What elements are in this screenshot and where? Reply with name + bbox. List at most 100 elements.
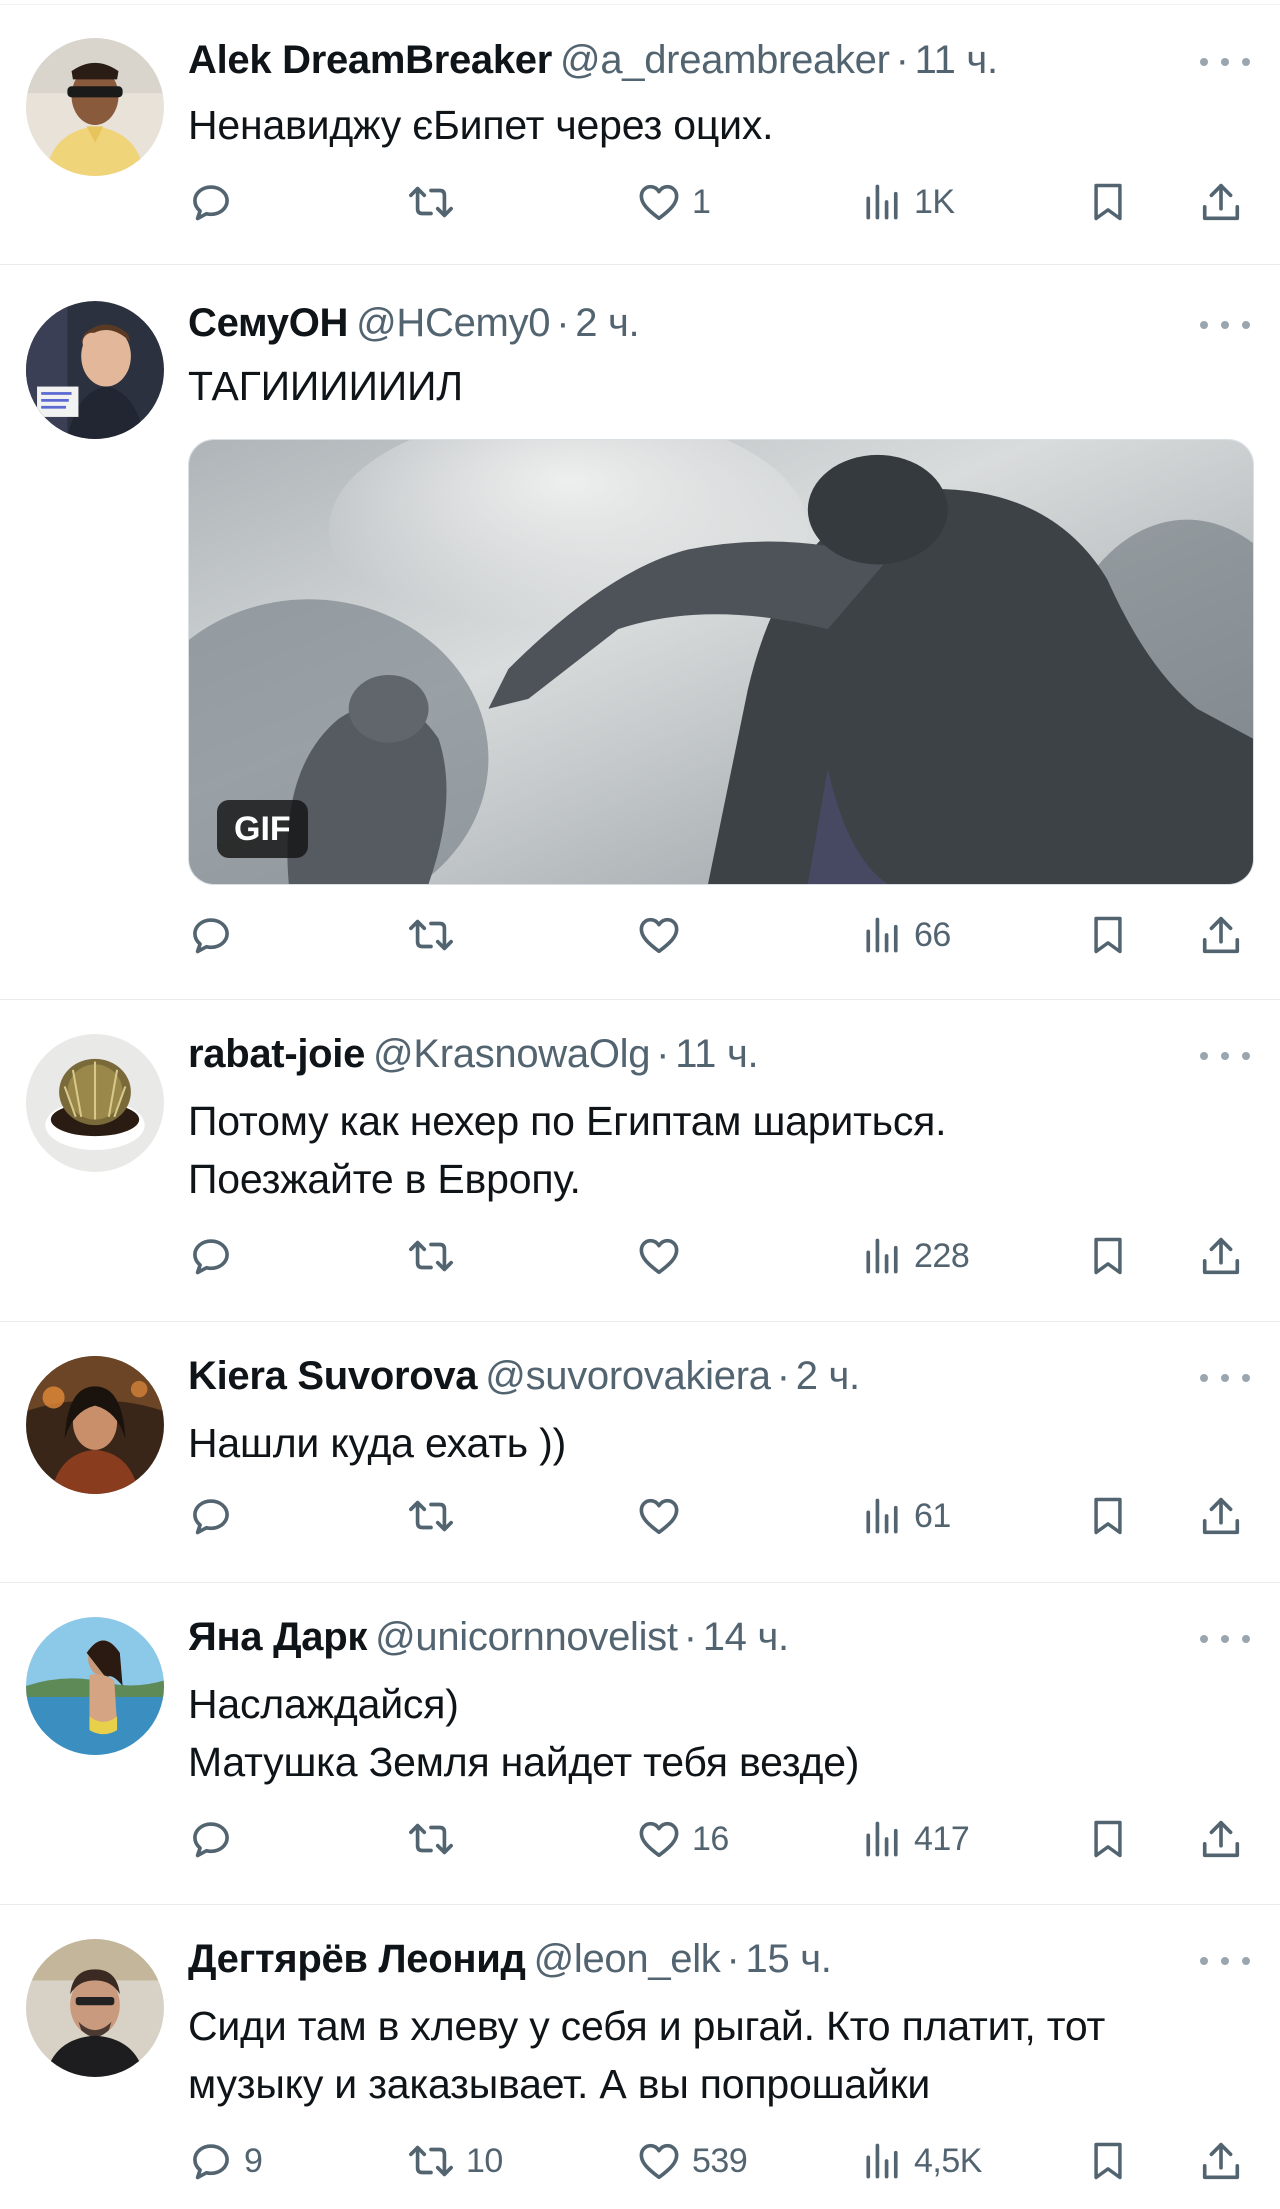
bookmark-icon [1094, 1497, 1122, 1535]
tweet-3[interactable]: rabat-joie @KrasnowaOlg · 11 ч. Потому как … [0, 1000, 1280, 1322]
separator-dot: · [683, 1615, 697, 1659]
reply-button[interactable] [188, 1809, 244, 1869]
bookmark-icon [1094, 1237, 1122, 1275]
bookmark-button[interactable] [1086, 2131, 1130, 2191]
timestamp[interactable]: 11 ч. [915, 38, 998, 82]
tweet-actions: 228 [188, 1226, 1258, 1286]
timestamp[interactable]: 11 ч. [675, 1032, 758, 1076]
like-button[interactable] [636, 905, 692, 965]
tweet-text: Нашли куда ехать )) [188, 1414, 1248, 1472]
share-button[interactable] [1198, 1226, 1244, 1286]
reply-button[interactable] [188, 1226, 244, 1286]
retweet-button[interactable] [406, 172, 466, 232]
share-button[interactable] [1198, 1809, 1244, 1869]
share-button[interactable] [1198, 905, 1244, 965]
like-count: 16 [692, 1819, 729, 1858]
author-handle[interactable]: @leon_elk [534, 1937, 721, 1981]
retweet-icon [409, 2145, 453, 2177]
like-button[interactable]: 16 [636, 1809, 729, 1869]
views-count: 66 [914, 915, 951, 954]
views-button[interactable]: 417 [860, 1809, 970, 1869]
tweet-header: Яна Дарк @unicornnovelist · 14 ч. [188, 1613, 1210, 1661]
author-handle[interactable]: @suvorovakiera [485, 1354, 771, 1398]
views-button[interactable]: 61 [860, 1486, 951, 1546]
author-name[interactable]: rabat-joie [188, 1032, 365, 1076]
like-button[interactable]: 1 [636, 172, 711, 232]
separator-dot: · [656, 1032, 670, 1076]
like-button[interactable] [636, 1226, 692, 1286]
avatar[interactable] [26, 301, 164, 439]
author-name[interactable]: Яна Дарк [188, 1615, 367, 1659]
tweet-6[interactable]: Дегтярёв Леонид @leon_elk · 15 ч. Сиди там … [0, 1905, 1280, 2209]
bookmark-button[interactable] [1086, 1486, 1130, 1546]
avatar[interactable] [26, 1939, 164, 2077]
more-icon[interactable] [1200, 1368, 1250, 1388]
like-button[interactable]: 539 [636, 2131, 748, 2191]
author-handle[interactable]: @KrasnowaOlg [373, 1032, 650, 1076]
more-icon[interactable] [1200, 52, 1250, 72]
views-icon [866, 184, 898, 220]
more-icon[interactable] [1200, 1951, 1250, 1971]
bookmark-button[interactable] [1086, 905, 1130, 965]
author-handle[interactable]: @unicornnovelist [375, 1615, 678, 1659]
views-button[interactable]: 66 [860, 905, 951, 965]
author-name[interactable]: Kiera Suvorova [188, 1354, 478, 1398]
retweet-button[interactable] [406, 1809, 466, 1869]
share-button[interactable] [1198, 172, 1244, 232]
views-button[interactable]: 4,5K [860, 2131, 982, 2191]
bookmark-button[interactable] [1086, 1226, 1130, 1286]
tweet-actions: 9 10 539 4,5K [188, 2131, 1258, 2191]
tweet-text: Ненавиджу єБипет через оцих. [188, 96, 1248, 154]
timestamp[interactable]: 14 ч. [703, 1615, 789, 1659]
avatar[interactable] [26, 38, 164, 176]
tweet-1[interactable]: Alek DreamBreaker @a_dreambreaker · 11 ч. Н… [0, 0, 1280, 265]
reply-button[interactable] [188, 1486, 244, 1546]
timestamp[interactable]: 2 ч. [796, 1354, 860, 1398]
reply-button[interactable]: 9 [188, 2131, 263, 2191]
retweet-button[interactable] [406, 1486, 466, 1546]
author-handle[interactable]: @a_dreambreaker [560, 38, 890, 82]
tweet-2[interactable]: СемуОН @HCemy0 · 2 ч. ТАГИИИИИИЛ GIF 66 [0, 265, 1280, 1000]
retweet-icon [409, 919, 453, 951]
separator-dot: · [776, 1354, 790, 1398]
views-button[interactable]: 228 [860, 1226, 970, 1286]
share-button[interactable] [1198, 1486, 1244, 1546]
retweet-button[interactable]: 10 [406, 2131, 503, 2191]
separator-dot: · [726, 1937, 740, 1981]
bookmark-button[interactable] [1086, 1809, 1130, 1869]
tweet-actions: 61 [188, 1486, 1258, 1546]
like-button[interactable] [636, 1486, 692, 1546]
avatar[interactable] [26, 1034, 164, 1172]
author-name[interactable]: Дегтярёв Леонид [188, 1937, 526, 1981]
views-count: 61 [914, 1496, 951, 1535]
separator-dot: · [895, 38, 909, 82]
more-icon[interactable] [1200, 1046, 1250, 1066]
tweet-5[interactable]: Яна Дарк @unicornnovelist · 14 ч. Наслаждай… [0, 1583, 1280, 1905]
timestamp[interactable]: 2 ч. [575, 301, 639, 345]
gif-media[interactable]: GIF [188, 439, 1254, 885]
author-name[interactable]: СемуОН [188, 301, 348, 345]
share-icon [1202, 1497, 1240, 1535]
avatar[interactable] [26, 1356, 164, 1494]
more-icon[interactable] [1200, 315, 1250, 335]
retweet-button[interactable] [406, 1226, 466, 1286]
share-icon [1202, 1820, 1240, 1858]
reply-icon [193, 2144, 229, 2180]
author-name[interactable]: Alek DreamBreaker [188, 38, 552, 82]
more-icon[interactable] [1200, 1629, 1250, 1649]
tweet-text-line: Наслаждайся) [188, 1681, 459, 1727]
views-icon [866, 2143, 898, 2179]
author-handle[interactable]: @HCemy0 [356, 301, 550, 345]
tweet-actions: 66 [188, 905, 1258, 965]
reply-button[interactable] [188, 172, 244, 232]
tweet-4[interactable]: Kiera Suvorova @suvorovakiera · 2 ч. Нашли … [0, 1322, 1280, 1583]
views-button[interactable]: 1K [860, 172, 955, 232]
avatar[interactable] [26, 1617, 164, 1755]
retweet-button[interactable] [406, 905, 466, 965]
tweet-header: Дегтярёв Леонид @leon_elk · 15 ч. [188, 1935, 1210, 1983]
reply-button[interactable] [188, 905, 244, 965]
timestamp[interactable]: 15 ч. [746, 1937, 832, 1981]
reply-icon [193, 1822, 229, 1858]
share-button[interactable] [1198, 2131, 1244, 2191]
bookmark-button[interactable] [1086, 172, 1130, 232]
